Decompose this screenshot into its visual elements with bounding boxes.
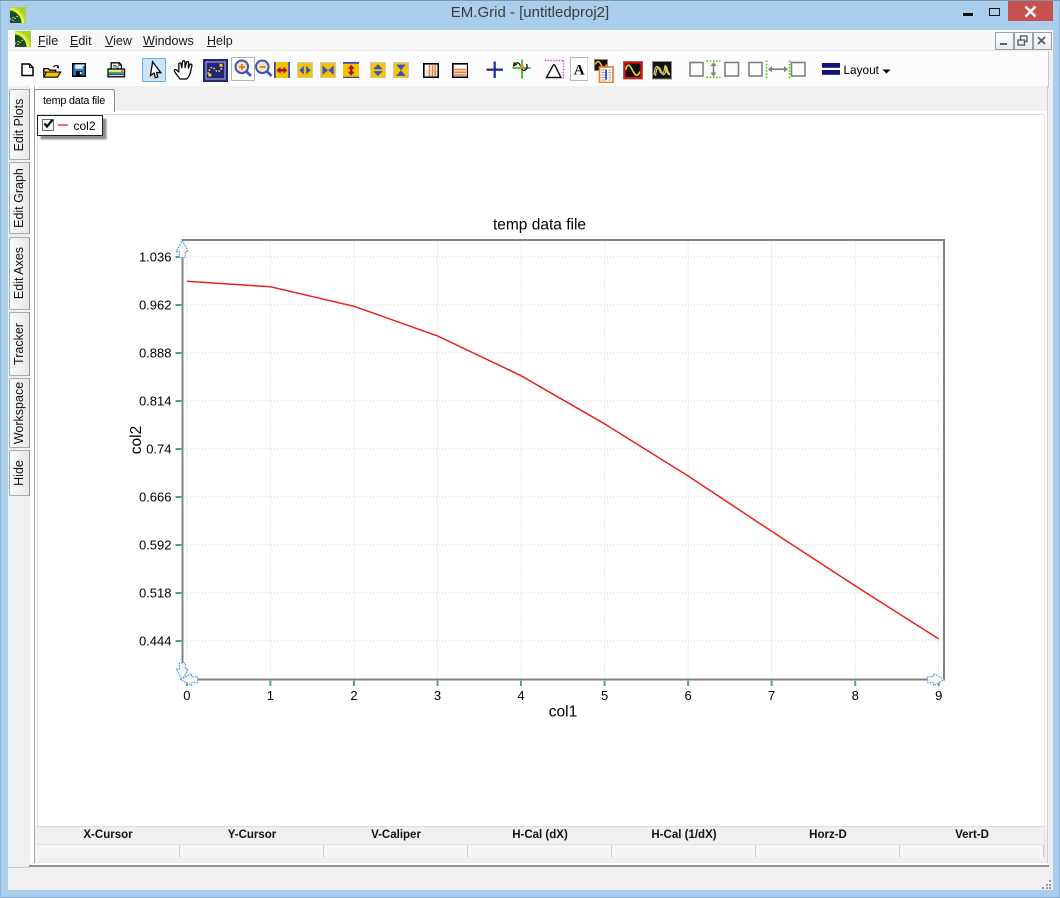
svg-text:5: 5 xyxy=(601,688,608,703)
svg-text:0.962: 0.962 xyxy=(139,298,172,313)
svg-text:1: 1 xyxy=(267,688,274,703)
svg-text:0.74: 0.74 xyxy=(146,442,171,457)
svg-text:0.666: 0.666 xyxy=(139,490,172,505)
svg-text:6: 6 xyxy=(684,688,691,703)
svg-text:7: 7 xyxy=(768,688,775,703)
svg-text:col2: col2 xyxy=(128,426,145,454)
svg-text:8: 8 xyxy=(852,688,859,703)
svg-text:0.444: 0.444 xyxy=(139,634,172,649)
svg-text:4: 4 xyxy=(517,688,524,703)
svg-text:temp data file: temp data file xyxy=(493,217,586,234)
svg-text:2: 2 xyxy=(350,688,357,703)
svg-text:3: 3 xyxy=(434,688,441,703)
svg-text:0.592: 0.592 xyxy=(139,538,172,553)
svg-text:9: 9 xyxy=(935,688,942,703)
svg-text:1.036: 1.036 xyxy=(139,250,172,265)
svg-text:col1: col1 xyxy=(549,704,577,721)
svg-text:A: A xyxy=(573,63,584,79)
svg-text:0.814: 0.814 xyxy=(139,394,172,409)
svg-text:0: 0 xyxy=(183,688,190,703)
svg-text:0.888: 0.888 xyxy=(139,346,172,361)
svg-text:0.518: 0.518 xyxy=(139,586,172,601)
